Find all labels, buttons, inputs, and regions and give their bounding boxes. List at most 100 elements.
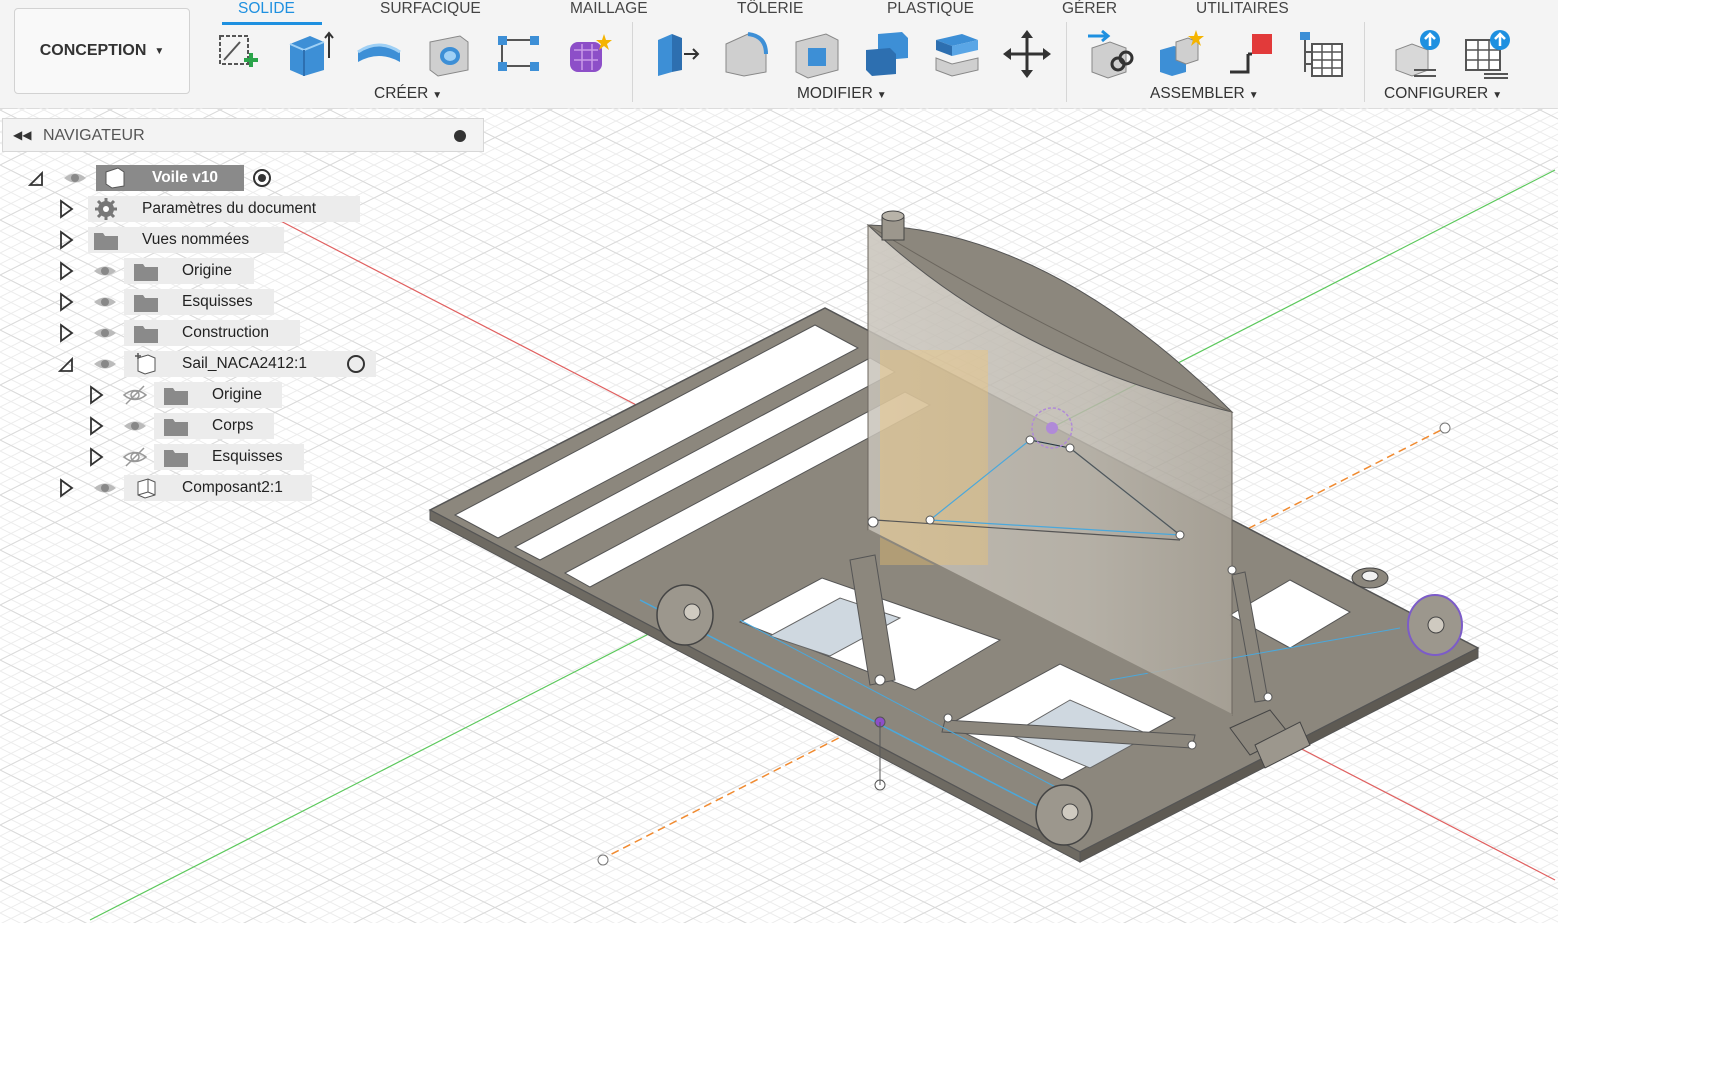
tree-item-sail-component[interactable]: Sail_NACA2412:1	[0, 349, 380, 379]
tree-item-sail-corps[interactable]: Corps	[0, 411, 300, 441]
folder-icon	[94, 233, 118, 250]
group-configurer-label: CONFIGURER	[1384, 85, 1489, 102]
pattern-icon[interactable]	[494, 28, 544, 80]
tree-item-label: Corps	[212, 417, 254, 434]
eye-icon[interactable]	[62, 167, 88, 189]
tree-item-parametres[interactable]: Paramètres du document	[0, 194, 400, 224]
offset-face-icon[interactable]	[932, 28, 982, 80]
mast-top[interactable]	[881, 210, 905, 241]
workspace-label: CONCEPTION	[39, 42, 147, 59]
group-creer[interactable]: CRÉER ▼	[374, 85, 442, 103]
chevron-down-icon: ▼	[1492, 90, 1503, 101]
workspace-dropdown[interactable]: CONCEPTION ▼	[14, 8, 190, 94]
wheel-rear-left[interactable]	[1035, 784, 1093, 846]
fillet-icon[interactable]	[722, 28, 772, 80]
new-component-icon[interactable]	[1156, 28, 1206, 80]
configure-table-icon[interactable]	[1462, 28, 1512, 80]
combine-icon[interactable]	[862, 28, 912, 80]
tree-item-label: Esquisses	[182, 293, 253, 310]
folder-icon	[164, 388, 188, 405]
axis-end-point[interactable]	[1439, 422, 1451, 434]
tab-tolerie[interactable]: TÔLERIE	[737, 0, 803, 20]
tree-item-label: Paramètres du document	[142, 200, 317, 217]
tree-item-origine[interactable]: Origine	[0, 256, 300, 286]
collapse-icon[interactable]: ◀◀	[13, 128, 31, 142]
tree-item-label: Sail_NACA2412:1	[182, 355, 307, 372]
eye-icon[interactable]	[92, 353, 118, 375]
active-tab-indicator	[222, 22, 322, 25]
move-icon[interactable]	[1002, 28, 1052, 80]
chevron-down-icon: ▼	[876, 90, 887, 101]
eye-hidden-icon[interactable]	[122, 446, 148, 468]
eye-icon[interactable]	[92, 291, 118, 313]
tree-item-sail-esquisses[interactable]: Esquisses	[0, 442, 320, 472]
tree-item-label: Construction	[182, 324, 270, 341]
tree-root[interactable]: Voile v10	[0, 163, 300, 193]
press-pull-icon[interactable]	[652, 28, 702, 80]
eye-icon[interactable]	[92, 322, 118, 344]
shell-icon[interactable]	[792, 28, 842, 80]
axis-end-point[interactable]	[597, 854, 609, 866]
collapsed-arrow-icon[interactable]	[88, 385, 104, 405]
fusion-app: CONCEPTION ▼ SOLIDE SURFACIQUE MAILLAGE T…	[0, 0, 1558, 923]
joint-table-icon[interactable]	[1296, 28, 1346, 80]
hole-icon[interactable]	[424, 28, 474, 80]
joint-icon[interactable]	[1086, 28, 1136, 80]
eye-icon[interactable]	[92, 260, 118, 282]
eye-icon[interactable]	[122, 415, 148, 437]
pin-icon[interactable]	[454, 130, 466, 142]
tab-gerer[interactable]: GÉRER	[1062, 0, 1117, 20]
group-configurer[interactable]: CONFIGURER ▼	[1384, 85, 1502, 103]
tab-maillage[interactable]: MAILLAGE	[570, 0, 648, 20]
form-icon[interactable]	[564, 28, 614, 80]
tree-item-vues-nommees[interactable]: Vues nommées	[0, 225, 300, 255]
chevron-down-icon: ▼	[1248, 90, 1259, 101]
activate-radio[interactable]	[253, 169, 271, 187]
chevron-down-icon: ▼	[432, 90, 443, 101]
tab-utilitaires[interactable]: UTILITAIRES	[1196, 0, 1289, 20]
group-modifier-label: MODIFIER	[797, 85, 873, 102]
collapsed-arrow-icon[interactable]	[58, 261, 74, 281]
configure-icon[interactable]	[1392, 28, 1442, 80]
eye-hidden-icon[interactable]	[122, 384, 148, 406]
component-icon	[137, 478, 156, 499]
collapsed-arrow-icon[interactable]	[58, 199, 74, 219]
extrude-icon[interactable]	[284, 28, 334, 80]
create-sketch-icon[interactable]	[214, 28, 264, 80]
tree-item-sail-origine[interactable]: Origine	[0, 380, 300, 410]
tree-root-label-box: Voile v10	[96, 165, 244, 191]
wheel-rear-right[interactable]	[1407, 594, 1463, 656]
bearing-block[interactable]	[1351, 567, 1389, 589]
separator	[632, 22, 633, 102]
tab-solide[interactable]: SOLIDE	[238, 0, 295, 20]
collapsed-arrow-icon[interactable]	[58, 230, 74, 250]
folder-icon	[134, 264, 158, 281]
separator	[1066, 22, 1067, 102]
expanded-arrow-icon[interactable]	[28, 168, 44, 188]
activate-radio[interactable]	[347, 355, 365, 373]
group-assembler-label: ASSEMBLER	[1150, 85, 1245, 102]
collapsed-arrow-icon[interactable]	[58, 478, 74, 498]
collapsed-arrow-icon[interactable]	[88, 447, 104, 467]
tree-item-esquisses[interactable]: Esquisses	[0, 287, 300, 317]
group-modifier[interactable]: MODIFIER ▼	[797, 85, 887, 103]
tree-item-construction[interactable]: Construction	[0, 318, 320, 348]
navigator-panel: ◀◀ NAVIGATEUR Voile v10 Paramètres du do…	[0, 116, 486, 536]
collapsed-arrow-icon[interactable]	[58, 323, 74, 343]
collapsed-arrow-icon[interactable]	[88, 416, 104, 436]
revolve-icon[interactable]	[354, 28, 404, 80]
folder-icon	[134, 295, 158, 312]
as-built-joint-icon[interactable]	[1226, 28, 1276, 80]
navigator-title: NAVIGATEUR	[43, 127, 145, 144]
folder-icon	[134, 326, 158, 343]
tree-item-label: Composant2:1	[182, 479, 283, 496]
wheel-front-left[interactable]	[656, 584, 714, 646]
tab-surfacique[interactable]: SURFACIQUE	[380, 0, 481, 20]
expanded-arrow-icon[interactable]	[58, 354, 74, 374]
collapsed-arrow-icon[interactable]	[58, 292, 74, 312]
group-assembler[interactable]: ASSEMBLER ▼	[1150, 85, 1259, 103]
toolbar: CONCEPTION ▼ SOLIDE SURFACIQUE MAILLAGE T…	[0, 0, 1558, 109]
tab-plastique[interactable]: PLASTIQUE	[887, 0, 974, 20]
eye-icon[interactable]	[92, 477, 118, 499]
tree-item-composant2[interactable]: Composant2:1	[0, 473, 320, 503]
